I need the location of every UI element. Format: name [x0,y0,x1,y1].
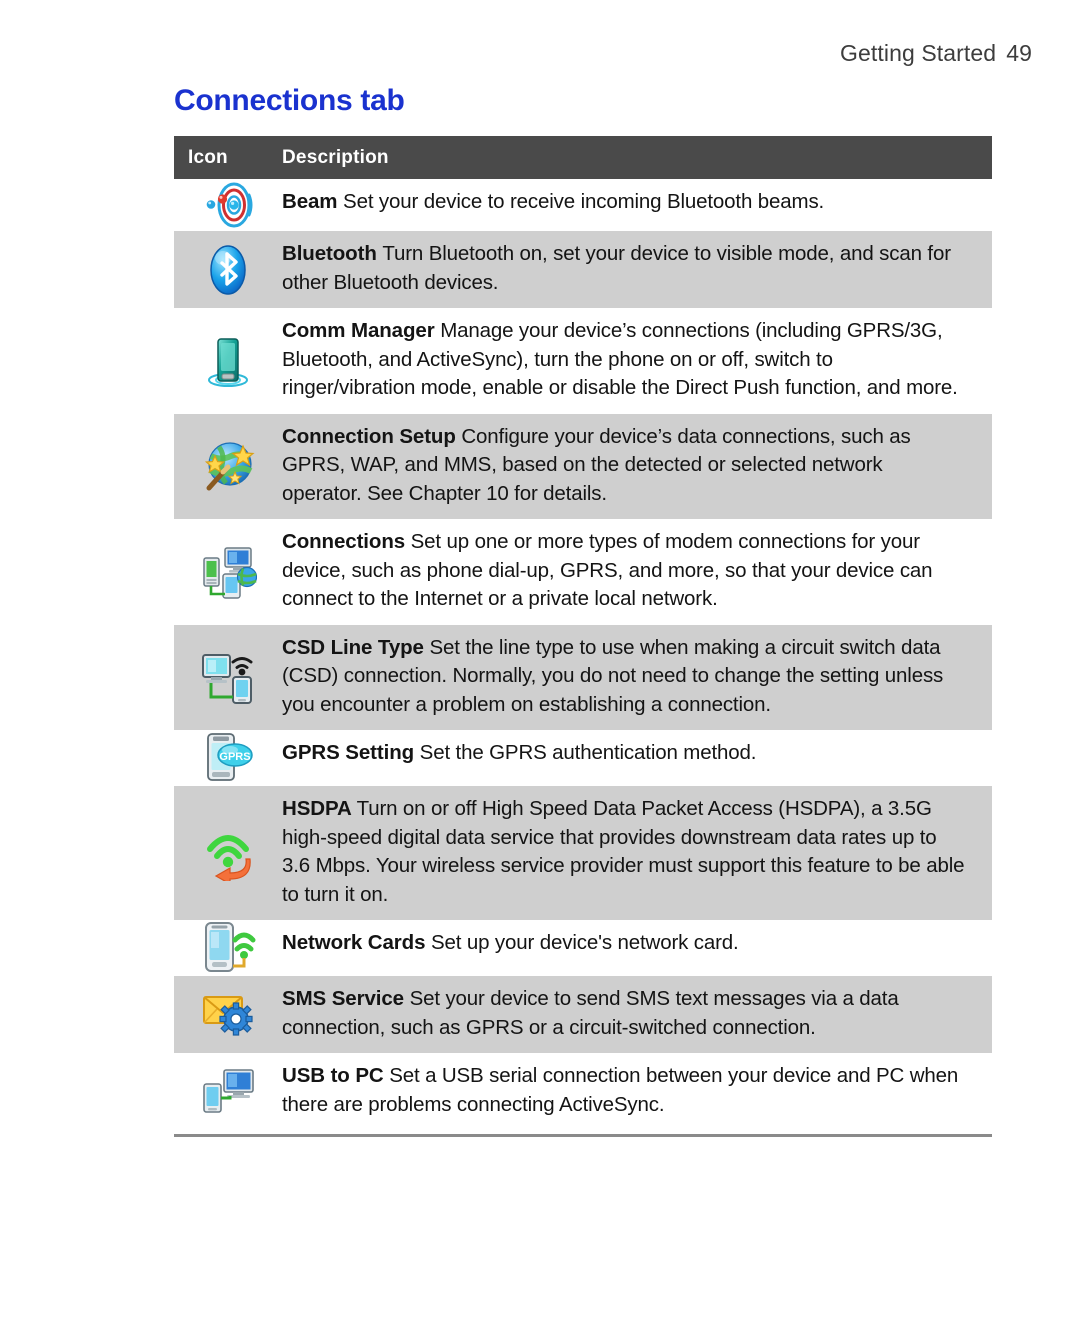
setting-term: Connection Setup [282,424,456,448]
connections-tab-table: Icon Description Beam Set your device to … [174,136,992,1130]
svg-text:GPRS: GPRS [219,751,250,763]
table-row: Network Cards Set up your device's networ… [174,920,992,976]
comm-manager-icon [174,308,282,414]
table-row: Connection Setup Configure your device’s … [174,413,992,520]
bluetooth-icon [174,231,282,308]
setting-text: Turn on or off High Speed Data Packet Ac… [282,797,965,906]
gprs-setting-icon: GPRS [174,730,282,786]
setting-description: CSD Line Type Set the line type to use wh… [282,625,992,731]
table-row: SMS Service Set your device to send SMS t… [174,976,992,1053]
page-number: 49 [1006,40,1032,66]
connections-icon [174,519,282,625]
setting-description: Bluetooth Turn Bluetooth on, set your dev… [282,231,992,308]
table-row: Beam Set your device to receive incoming … [174,179,992,231]
setting-description: Connection Setup Configure your device’s … [282,414,992,520]
setting-description: Connections Set up one or more types of m… [282,519,992,625]
table-row: HSDPA Turn on or off High Speed Data Pack… [174,786,992,920]
table-header-row: Icon Description [174,136,992,179]
setting-term: CSD Line Type [282,635,424,659]
setting-description: Beam Set your device to receive incoming … [282,179,992,228]
table-row: USB to PC Set a USB serial connection bet… [174,1053,992,1130]
setting-description: SMS Service Set your device to send SMS t… [282,976,992,1053]
manual-page: Getting Started 49 Connections tab Icon D… [0,0,1080,1327]
table-row: CSD Line Type Set the line type to use wh… [174,624,992,731]
chapter-name: Getting Started [840,40,997,66]
setting-text: Set the GPRS authentication method. [419,741,757,764]
csd-line-type-icon [174,625,282,731]
setting-description: USB to PC Set a USB serial connection bet… [282,1053,992,1130]
setting-term: HSDPA [282,797,351,820]
setting-text: Set your device to receive incoming Blue… [343,190,825,213]
setting-description: HSDPA Turn on or off High Speed Data Pack… [282,786,992,920]
column-header-description: Description [282,146,389,168]
setting-term: GPRS Setting [282,741,415,764]
setting-term: Network Cards [282,931,426,954]
table-row: Bluetooth Turn Bluetooth on, set your dev… [174,231,992,308]
table-row: Connections Set up one or more types of m… [174,519,992,625]
setting-text: Turn Bluetooth on, set your device to vi… [282,242,951,294]
setting-term: Bluetooth [282,242,377,265]
setting-term: Comm Manager [282,319,435,342]
column-header-icon: Icon [188,146,228,168]
setting-term: USB to PC [282,1064,384,1087]
page-title: Connections tab [174,84,405,117]
setting-term: SMS Service [282,987,404,1010]
hsdpa-icon [174,786,282,920]
setting-term: Connections [282,530,406,553]
setting-text: Set up your device's network card. [431,931,739,954]
setting-description: GPRS Setting Set the GPRS authentication … [282,730,992,779]
table-row: Comm Manager Manage your device’s connect… [174,308,992,414]
beam-icon [174,179,282,231]
table-row: GPRS GPRS Setting Set the GPRS authentica… [174,730,992,786]
connection-setup-icon [174,414,282,520]
setting-term: Beam [282,190,338,213]
usb-to-pc-icon [174,1053,282,1130]
sms-service-icon [174,976,282,1053]
table-bottom-rule [174,1134,992,1137]
setting-description: Network Cards Set up your device's networ… [282,920,992,969]
network-cards-icon [174,920,282,976]
table-body: Beam Set your device to receive incoming … [174,179,992,1130]
running-header: Getting Started 49 [840,40,1032,67]
setting-description: Comm Manager Manage your device’s connect… [282,308,992,414]
